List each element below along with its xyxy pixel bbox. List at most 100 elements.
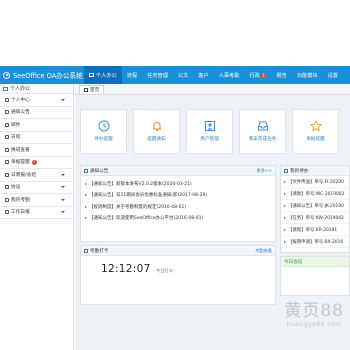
sidebar-item-label: 工作日报 [11,210,30,216]
nav-item-reports[interactable]: 报告 [271,66,291,84]
notice-item[interactable]: 【通知公告】欢迎使用SeeOffice办公平台(2016-08-01) [81,213,275,225]
bell-icon [151,120,163,132]
quick-card-todo-reminder[interactable]: 待办提醒 [80,109,127,154]
star-icon [309,120,322,132]
nav-item-label: 行政 [249,72,260,79]
nav-item-modules[interactable]: 功能模块 [292,66,323,84]
tab-label: 首页 [90,88,100,93]
calendar-icon [5,135,9,140]
nav-item-customers[interactable]: 客户 [193,66,213,84]
todo-item[interactable]: 【请假】单号:KR-20181 [281,224,349,236]
caret-right-icon [85,194,87,197]
todo-text: 【文件传送】单号:FI-20200 [288,179,344,185]
nav-item-label: 客户 [198,72,209,79]
sidebar-item-label: 邮件 [11,122,21,128]
app-title: SeeOffice OA办公系统 [13,72,83,80]
home-icon [84,88,88,92]
notice-panel: 通知公告 更多>> 【通知公告】新版本发布V2.0.2版本(2020-03-21… [80,165,276,242]
main-nav: 个人办公 流程 任务管理 公文 客户 人事考勤 行政 1 报告 功能模块 设置 [84,66,343,84]
app-brand[interactable]: SeeOffice OA办公系统 [0,70,84,80]
notice-text: 【通知公告】新版本发布V2.0.2版本(2020-03-21) [89,181,192,187]
nav-item-label: 任务管理 [147,72,168,79]
caret-right-icon [284,228,286,231]
quick-card-label: 用户管理 [200,137,219,142]
quick-card-label: 提醒通知 [147,137,166,142]
quick-card-user-management[interactable]: 用户管理 [186,109,233,154]
todo-panel: 我的待办 【文件传送】单号:FI-20200 【请款】单号:WC-2019002… [280,165,350,253]
caret-right-icon [85,205,87,208]
quick-card-doc-reminder[interactable]: 单据提醒 [292,109,339,154]
list-icon [284,168,288,173]
attendance-panel-header: 考勤打卡 考勤查看 [81,246,275,256]
todo-item[interactable]: 【文件传送】单号:FI-20200 [281,176,349,188]
nav-badge: 1 [260,72,267,78]
panel-title: 通知公告 [90,168,109,174]
tab-home[interactable]: 首页 [79,85,105,94]
notice-text: 【通知公告】双11期间会员优惠标准通知(新)2017-08-29) [89,193,208,199]
caret-right-icon [85,217,87,220]
quick-access: 待办提醒 提醒通知 用户管理 我未完成任务 单据提醒 [80,109,339,154]
sidebar-item-label: 日程 [11,135,21,141]
sidebar-item-label: 日周报/总结 [11,172,37,178]
sidebar-item-my-attendance[interactable]: 我的考勤 [0,194,73,207]
nav-item-admin[interactable]: 行政 1 [244,66,271,84]
caret-right-icon [284,180,286,183]
notice-item[interactable]: 【通知公告】双11期间会员优惠标准通知(新)2017-08-29) [81,190,275,202]
quick-card-notifications[interactable]: 提醒通知 [133,109,180,154]
megaphone-icon [5,110,9,115]
notice-text: 【通知公告】欢迎使用SeeOffice办公平台(2016-08-01) [89,216,204,222]
sidebar-item-doc-reminder[interactable]: 单据提醒 1 [0,157,73,169]
sidebar-item-label: 换班查看 [11,147,30,153]
quick-card-label: 单据提醒 [306,137,325,142]
nav-item-label: 流程 [126,72,138,79]
monitor-icon [89,73,94,77]
swap-icon [5,147,9,152]
nav-item-label: 功能模块 [296,72,318,79]
sidebar-item-agreements[interactable]: 协议 [0,182,73,194]
todo-text: 【任务】单号:KW-2019042 [288,215,344,221]
nav-item-label: 报告 [276,72,287,79]
panel-title: 我的待办 [290,168,309,174]
more-link[interactable]: 更多>> [257,168,272,174]
sidebar-item-label: 单据提醒 [11,160,30,166]
nav-item-documents[interactable]: 公文 [173,66,193,84]
sidebar-item-calendar[interactable]: 日程 [0,132,73,144]
nav-item-label: 设置 [327,72,338,79]
meeting-panel-header: 今日会议 [281,257,349,267]
edit-icon [5,210,9,215]
nav-item-personal-office[interactable]: 个人办公 [84,66,122,84]
chevron-down-icon [61,98,65,101]
sidebar-item-mail[interactable]: 邮件 [0,119,73,132]
todo-text: 【报销申请】单号:BX-2016 [288,239,344,245]
panel-title: 今日会议 [284,259,303,265]
sidebar-item-daily-report[interactable]: 工作日报 [0,207,73,219]
notice-item[interactable]: 【规则制度】关于考勤制度的规定(2016-08-01) [81,201,275,213]
notice-item[interactable]: 【通知公告】新版本发布V2.0.2版本(2020-03-21) [81,178,275,190]
caret-right-icon [284,240,286,243]
nav-item-hr[interactable]: 人事考勤 [214,66,245,84]
nav-item-tasks[interactable]: 任务管理 [142,66,173,84]
document-icon [5,185,9,190]
nav-item-workflow[interactable]: 流程 [122,66,142,84]
inbox-icon [257,120,269,132]
quick-card-unfinished-tasks[interactable]: 我未完成任务 [239,109,286,154]
todo-item[interactable]: 【请款】单号:WC-2019002 [281,188,349,200]
todo-item[interactable]: 【报销申请】单号:BX-2016 [281,236,349,248]
report-icon [5,172,9,177]
sidebar-item-personal-center[interactable]: 个人中心 [0,94,73,107]
monitor-icon [3,86,8,91]
todo-item[interactable]: 【任务】单号:KW-2019042 [281,212,349,224]
sidebar-item-shift-view[interactable]: 换班查看 [0,144,73,157]
sidebar-item-notices[interactable]: 通知公告 [0,107,73,119]
nav-item-settings[interactable]: 设置 [323,66,343,84]
caret-right-icon [85,182,87,185]
clock-time: 12:12:07 [101,263,151,275]
sidebar-item-label: 我的考勤 [11,197,30,203]
nav-item-label: 个人办公 [96,72,117,79]
user-icon [204,120,216,132]
attendance-view-link[interactable]: 考勤查看 [255,248,272,254]
todo-text: 【通知公告】单号:JK-20190 [288,203,344,209]
sidebar-item-weekly-report[interactable]: 日周报/总结 [0,169,73,182]
nav-item-label: 公文 [177,72,189,79]
todo-item[interactable]: 【通知公告】单号:JK-20190 [281,200,349,212]
